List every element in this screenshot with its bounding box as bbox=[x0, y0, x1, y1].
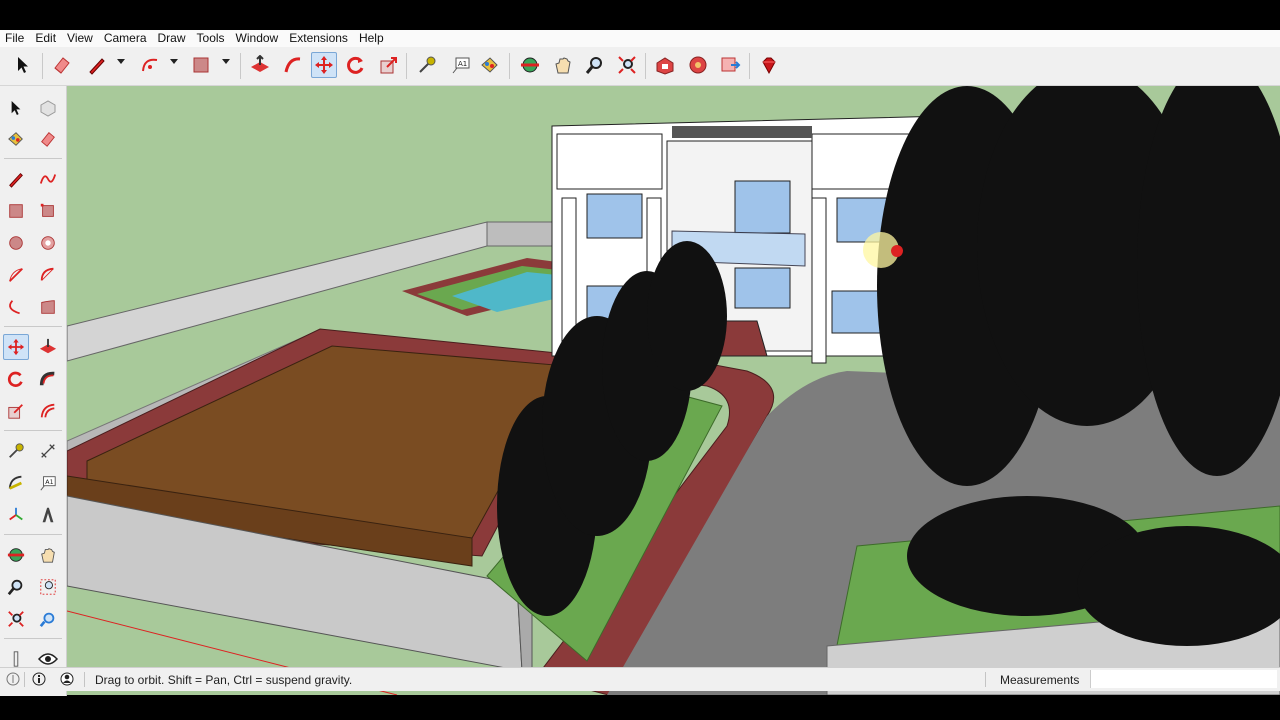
svg-text:A1: A1 bbox=[45, 479, 53, 486]
toolbar-separator bbox=[4, 326, 62, 327]
toolbar-separator bbox=[645, 53, 646, 79]
user-icon[interactable] bbox=[60, 672, 74, 686]
eraser-icon[interactable] bbox=[35, 126, 61, 152]
pencil-line-icon[interactable] bbox=[84, 52, 110, 78]
svg-text:A1: A1 bbox=[458, 60, 467, 68]
polygon-icon[interactable] bbox=[35, 230, 61, 256]
select-icon[interactable] bbox=[3, 95, 29, 121]
menu-help[interactable]: Help bbox=[354, 30, 390, 47]
freehand-icon[interactable] bbox=[35, 166, 61, 192]
info-icon[interactable] bbox=[32, 672, 46, 686]
rotate-icon[interactable] bbox=[343, 52, 369, 78]
axes-icon[interactable] bbox=[3, 502, 29, 528]
status-hint: Drag to orbit. Shift = Pan, Ctrl = suspe… bbox=[95, 673, 353, 687]
zoom-icon[interactable] bbox=[3, 574, 29, 600]
move-icon[interactable] bbox=[311, 52, 337, 78]
measurements-input[interactable] bbox=[1090, 670, 1277, 688]
orbit-icon[interactable] bbox=[3, 542, 29, 568]
orbit-icon[interactable] bbox=[517, 52, 543, 78]
follow-me-icon[interactable] bbox=[280, 52, 306, 78]
left-toolbar: A1 bbox=[0, 86, 67, 696]
menu-window[interactable]: Window bbox=[231, 30, 285, 47]
zoom-icon[interactable] bbox=[582, 52, 608, 78]
menu-tools[interactable]: Tools bbox=[192, 30, 231, 47]
paint-bucket-icon[interactable] bbox=[477, 52, 503, 78]
arc-icon[interactable] bbox=[137, 52, 163, 78]
menu-bar: File Edit View Camera Draw Tools Window … bbox=[0, 30, 1280, 47]
tape-measure-icon[interactable] bbox=[414, 52, 440, 78]
protractor-icon[interactable] bbox=[3, 470, 29, 496]
toolbar-separator bbox=[240, 53, 241, 79]
tape-measure-icon[interactable] bbox=[3, 438, 29, 464]
orbit-cursor-icon bbox=[891, 245, 903, 257]
model-viewport[interactable] bbox=[67, 86, 1280, 695]
component-icon[interactable] bbox=[35, 95, 61, 121]
toolbar-separator bbox=[4, 534, 62, 535]
move-icon[interactable] bbox=[3, 334, 29, 360]
toolbar-separator bbox=[749, 53, 750, 79]
toolbar-separator bbox=[509, 53, 510, 79]
geo-location-icon[interactable] bbox=[6, 672, 20, 686]
menu-camera[interactable]: Camera bbox=[99, 30, 153, 47]
toolbar-separator bbox=[406, 53, 407, 79]
pan-icon[interactable] bbox=[35, 542, 61, 568]
status-separator bbox=[84, 672, 85, 687]
chevron-down-icon[interactable] bbox=[117, 59, 125, 64]
select-icon[interactable] bbox=[10, 52, 36, 78]
layout-icon[interactable] bbox=[717, 52, 743, 78]
main-toolbar: A1 bbox=[0, 47, 1280, 86]
dimension-icon[interactable] bbox=[35, 438, 61, 464]
rectangle-icon[interactable] bbox=[188, 52, 214, 78]
toolbar-separator bbox=[4, 638, 62, 639]
menu-view[interactable]: View bbox=[62, 30, 99, 47]
menu-draw[interactable]: Draw bbox=[153, 30, 192, 47]
rotate-icon[interactable] bbox=[3, 366, 29, 392]
text-icon[interactable]: A1 bbox=[448, 52, 474, 78]
menu-file[interactable]: File bbox=[0, 30, 30, 47]
eraser-icon[interactable] bbox=[49, 52, 75, 78]
menu-edit[interactable]: Edit bbox=[30, 30, 62, 47]
push-pull-icon[interactable] bbox=[247, 52, 273, 78]
scale-icon[interactable] bbox=[3, 398, 29, 424]
follow-me-icon[interactable] bbox=[35, 366, 61, 392]
offset-icon[interactable] bbox=[35, 398, 61, 424]
zoom-extents-icon[interactable] bbox=[614, 52, 640, 78]
sketchup-window: File Edit View Camera Draw Tools Window … bbox=[0, 30, 1280, 696]
text-icon[interactable]: A1 bbox=[35, 470, 61, 496]
status-separator bbox=[24, 672, 25, 687]
3d-text-icon[interactable] bbox=[35, 502, 61, 528]
model-scene bbox=[67, 86, 1280, 695]
rectangle-icon[interactable] bbox=[3, 198, 29, 224]
line-icon[interactable] bbox=[3, 166, 29, 192]
toolbar-separator bbox=[4, 430, 62, 431]
three-point-arc-icon[interactable] bbox=[35, 294, 61, 320]
arc-icon[interactable] bbox=[3, 262, 29, 288]
zoom-extents-icon[interactable] bbox=[3, 606, 29, 632]
extension-warehouse-icon[interactable] bbox=[685, 52, 711, 78]
two-point-arc-icon[interactable] bbox=[3, 294, 29, 320]
scale-icon[interactable] bbox=[376, 52, 402, 78]
chevron-down-icon[interactable] bbox=[222, 59, 230, 64]
previous-view-icon[interactable] bbox=[35, 606, 61, 632]
zoom-window-icon[interactable] bbox=[35, 574, 61, 600]
status-bar: Drag to orbit. Shift = Pan, Ctrl = suspe… bbox=[0, 667, 1280, 691]
pie-icon[interactable] bbox=[35, 262, 61, 288]
chevron-down-icon[interactable] bbox=[170, 59, 178, 64]
pan-icon[interactable] bbox=[550, 52, 576, 78]
status-separator bbox=[985, 672, 986, 687]
rotated-rectangle-icon[interactable] bbox=[35, 198, 61, 224]
toolbar-separator bbox=[4, 158, 62, 159]
toolbar-separator bbox=[42, 53, 43, 79]
push-pull-icon[interactable] bbox=[35, 334, 61, 360]
ruby-icon[interactable] bbox=[756, 52, 782, 78]
menu-extensions[interactable]: Extensions bbox=[284, 30, 354, 47]
measurements-label: Measurements bbox=[1000, 673, 1080, 687]
circle-icon[interactable] bbox=[3, 230, 29, 256]
3d-warehouse-icon[interactable] bbox=[652, 52, 678, 78]
paint-bucket-icon[interactable] bbox=[3, 126, 29, 152]
